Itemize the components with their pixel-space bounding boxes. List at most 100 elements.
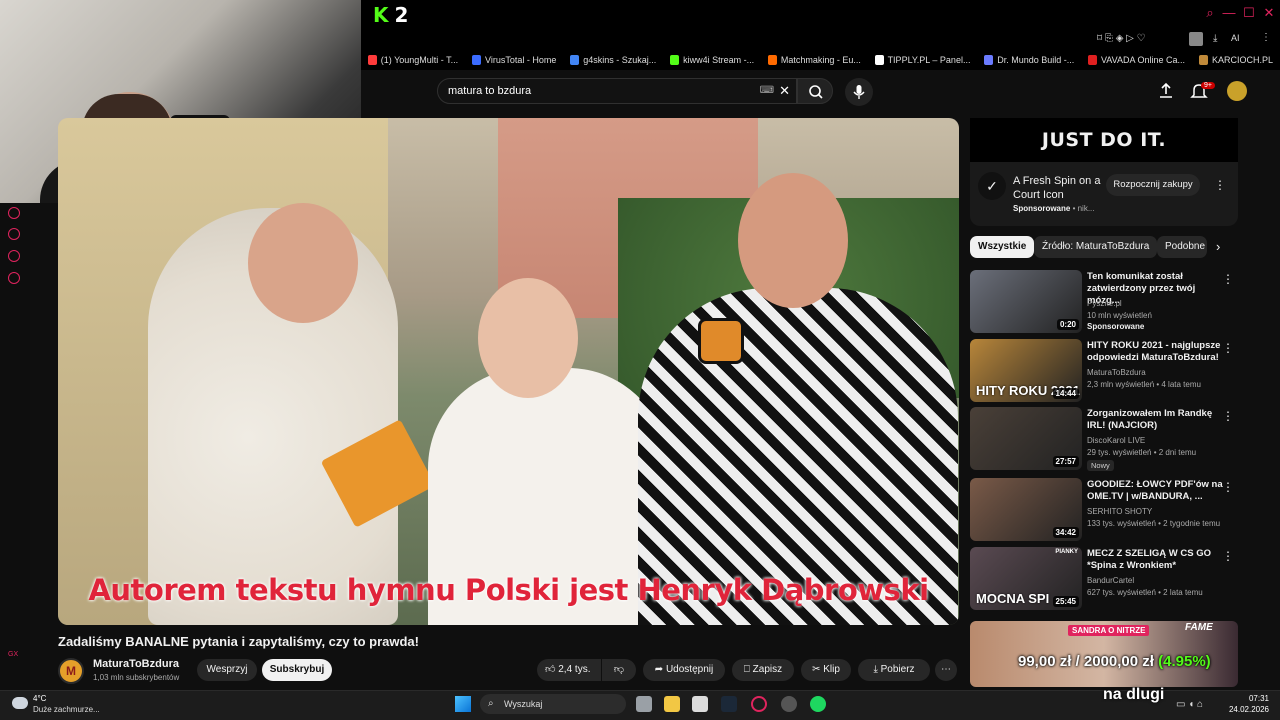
- clip-button[interactable]: ✂ Klip: [801, 659, 851, 681]
- bookmark-label: VirusTotal - Home: [485, 55, 557, 65]
- keyboard-icon[interactable]: ⌨: [760, 79, 774, 103]
- bookmark-item[interactable]: VAVADA Online Ca...: [1081, 55, 1192, 65]
- recommendation-thumbnail[interactable]: 0:20: [970, 270, 1082, 333]
- chip-all[interactable]: Wszystkie: [970, 236, 1035, 258]
- channel-subscribers: 1,03 mln subskrybentów: [93, 673, 180, 682]
- more-options-icon[interactable]: ⋮: [1222, 549, 1234, 563]
- download-button[interactable]: ⤓ Pobierz: [858, 659, 930, 681]
- sidebar-icon-3[interactable]: [8, 250, 20, 262]
- search-input[interactable]: matura to bzdura ⌨ ✕: [437, 78, 797, 104]
- ad-title[interactable]: A Fresh Spin on a Court Icon: [1013, 174, 1103, 202]
- taskbar-search[interactable]: ⌕ Wyszukaj: [480, 694, 626, 714]
- more-options-icon[interactable]: ⋮: [1222, 272, 1234, 286]
- ad-banner[interactable]: JUST DO IT.: [970, 118, 1238, 162]
- ai-button[interactable]: AI: [1231, 33, 1240, 43]
- windows-start-icon[interactable]: [455, 696, 471, 712]
- chip-similar[interactable]: Podobne: [1157, 236, 1207, 258]
- bookmark-item[interactable]: (1) YoungMulti - T...: [361, 55, 465, 65]
- clock-date[interactable]: 24.02.2026: [1221, 705, 1269, 714]
- task-view-icon[interactable]: [636, 696, 652, 712]
- bookmark-item[interactable]: VirusTotal - Home: [465, 55, 563, 65]
- channel-avatar[interactable]: M: [58, 658, 84, 684]
- magnifier-icon: [809, 85, 823, 99]
- recommendation-title[interactable]: Zorganizowałem Im Randkę IRL! (NAJCIOR): [1087, 408, 1225, 432]
- spotify-icon[interactable]: [810, 696, 826, 712]
- upload-icon[interactable]: [1158, 82, 1174, 100]
- browser-titlebar: [361, 0, 1280, 30]
- recommendation-item[interactable]: HITY ROKU 2021 14:44 HITY ROKU 2021 - najg…: [970, 339, 1238, 403]
- recommendation-item[interactable]: 34:42 GOODIEZ: ŁOWCY PDF'ów na OME.TV | w…: [970, 478, 1238, 542]
- sidebar-icon-2[interactable]: [8, 228, 20, 240]
- recommendation-item[interactable]: MOCNA SPI PIANKY 25:45 MECZ Z SZELIGĄ W CS …: [970, 547, 1238, 611]
- tray-icons[interactable]: ▭ ◖ ⌂: [1176, 699, 1203, 710]
- video-player[interactable]: Autorem tekstu hymnu Polski jest Henryk …: [58, 118, 959, 625]
- recommendation-item[interactable]: 0:20 Ten komunikat został zatwierdzony pr…: [970, 270, 1238, 334]
- chip-source[interactable]: Źródło: MaturaToBzdura: [1034, 236, 1158, 258]
- cloud-icon[interactable]: [12, 697, 28, 709]
- recommendation-thumbnail[interactable]: HITY ROKU 2021 14:44: [970, 339, 1082, 402]
- recommendation-thumbnail[interactable]: 27:57: [970, 407, 1082, 470]
- bookmark-item[interactable]: kiww4i Stream -...: [663, 55, 761, 65]
- recommendation-item[interactable]: 27:57 Zorganizowałem Im Randkę IRL! (NAJC…: [970, 407, 1238, 471]
- bookmark-favicon-icon: [984, 55, 994, 65]
- more-actions-button[interactable]: ⋯: [935, 659, 957, 681]
- steam-icon[interactable]: [721, 696, 737, 712]
- profile-icon[interactable]: [1189, 32, 1203, 46]
- sidebar-icon-1[interactable]: [8, 207, 20, 219]
- save-button[interactable]: ⎕ Zapisz: [732, 659, 794, 681]
- channel-name[interactable]: MaturaToBzdura: [93, 658, 179, 670]
- recommendation-channel[interactable]: BandurCartel: [1087, 576, 1134, 585]
- ad-sponsored-label: Sponsorowane: [1013, 204, 1071, 213]
- menu-icon[interactable]: ⋮: [1261, 32, 1271, 43]
- app-icon[interactable]: [781, 696, 797, 712]
- recommendation-channel[interactable]: MaturaToBzdura: [1087, 368, 1146, 377]
- recommendation-title[interactable]: GOODIEZ: ŁOWCY PDF'ów na OME.TV | w/BAND…: [1087, 479, 1225, 503]
- more-options-icon[interactable]: ⋮: [1222, 480, 1234, 494]
- bookmark-item[interactable]: TIPPLY.PL – Panel...: [868, 55, 978, 65]
- search-button[interactable]: [797, 78, 833, 104]
- maximize-icon[interactable]: ☐: [1242, 6, 1256, 20]
- recommendation-channel[interactable]: DiscoKarol LIVE: [1087, 436, 1145, 445]
- video-title: Zadaliśmy BANALNE pytania i zapytaliśmy,…: [58, 634, 419, 649]
- ad-cta-button[interactable]: Rozpocznij zakupy: [1106, 174, 1200, 196]
- clear-search-icon[interactable]: ✕: [779, 79, 790, 103]
- bookmark-label: Dr. Mundo Build -...: [997, 55, 1075, 65]
- sidebar-gx-icon[interactable]: GX: [8, 651, 18, 658]
- opera-gx-icon[interactable]: [751, 696, 767, 712]
- chips-next-icon[interactable]: ›: [1216, 239, 1220, 254]
- bookmark-item[interactable]: KARCIOCH.PL: [1192, 55, 1280, 65]
- recommendation-title[interactable]: HITY ROKU 2021 - najglupsze odpowiedzi M…: [1087, 340, 1225, 364]
- search-icon[interactable]: ⌕: [1203, 6, 1217, 20]
- store-icon[interactable]: [692, 696, 708, 712]
- clock-time[interactable]: 07:31: [1221, 694, 1269, 703]
- like-button[interactable]: 👍︎ 2,4 tys.: [537, 659, 601, 681]
- close-icon[interactable]: ✕: [1262, 6, 1276, 20]
- weather-temp[interactable]: 4°C: [33, 694, 46, 703]
- share-button[interactable]: ➦ Udostępnij: [643, 659, 725, 681]
- bookmark-item[interactable]: Matchmaking - Eu...: [761, 55, 868, 65]
- recommendation-channel[interactable]: SERHITO SHOTY: [1087, 507, 1152, 516]
- download-icon[interactable]: ⤓: [1213, 33, 1217, 44]
- account-avatar[interactable]: [1227, 81, 1247, 101]
- subscribe-button[interactable]: Subskrybuj: [262, 659, 332, 681]
- support-button[interactable]: Wesprzyj: [197, 659, 257, 681]
- bookmark-item[interactable]: g4skins - Szukaj...: [563, 55, 663, 65]
- dislike-button[interactable]: 👎︎: [602, 659, 636, 681]
- recommendation-channel[interactable]: Pyszne.pl: [1087, 299, 1122, 308]
- bookmark-item[interactable]: Dr. Mundo Build -...: [977, 55, 1081, 65]
- file-explorer-icon[interactable]: [664, 696, 680, 712]
- more-options-icon[interactable]: ⋮: [1222, 341, 1234, 355]
- sidebar-icon-4[interactable]: [8, 272, 20, 284]
- ad-more-icon[interactable]: ⋮: [1214, 178, 1226, 192]
- voice-search-button[interactable]: [845, 78, 873, 106]
- extension-icons[interactable]: ⌑ ⎘ ◈ ▷ ♡: [1097, 33, 1146, 44]
- recommendation-thumbnail[interactable]: 34:42: [970, 478, 1082, 541]
- donation-amounts: 99,00 zł / 2000,00 zł (4.95%): [1018, 653, 1211, 670]
- recommendation-title[interactable]: MECZ Z SZELIGĄ W CS GO *Spina z Wronkiem…: [1087, 548, 1225, 572]
- kick-logo-icon[interactable]: K2: [373, 3, 408, 27]
- stream-caption: na dlugi: [1103, 686, 1165, 703]
- weather-desc[interactable]: Duże zachmurze...: [33, 705, 100, 714]
- recommendation-thumbnail[interactable]: MOCNA SPI PIANKY 25:45: [970, 547, 1082, 610]
- minimize-icon[interactable]: —: [1222, 6, 1236, 20]
- more-options-icon[interactable]: ⋮: [1222, 409, 1234, 423]
